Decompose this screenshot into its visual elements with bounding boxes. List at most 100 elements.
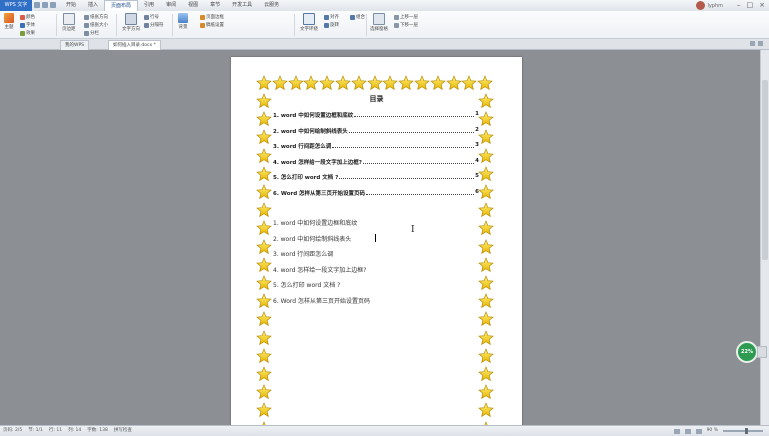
print-layout-icon[interactable] [673, 428, 680, 434]
zoom-slider[interactable] [723, 428, 763, 434]
tab-list-icon[interactable] [758, 41, 763, 46]
user-area[interactable]: lyphm [696, 1, 723, 10]
toc-leader-dots [366, 189, 475, 195]
toc-entry[interactable]: 3. word 行间距怎么调 3 [273, 142, 479, 150]
toc-leader-dots [348, 127, 475, 133]
margins-button[interactable]: 页边距 [62, 13, 76, 32]
menu-tab[interactable]: 视图 [182, 0, 204, 11]
theme-colors-button[interactable]: 颜色 [20, 14, 35, 20]
star-icon [478, 129, 494, 145]
star-icon [256, 293, 272, 309]
document-heading[interactable]: 4. word 怎样给一段文字加上边框? [273, 265, 366, 274]
toc-leader-dots [362, 158, 475, 164]
document-heading[interactable]: 5. 怎么打印 word 文档 ? [273, 280, 340, 289]
vertical-scrollbar[interactable] [760, 50, 769, 425]
undo-icon[interactable] [50, 2, 56, 8]
toc-entry-text: 2. word 中如何绘制斜线表头 [273, 128, 348, 135]
text-direction-button[interactable]: 文字方向 [122, 13, 140, 32]
toc-entry[interactable]: 4. word 怎样给一段文字加上边框? 4 [273, 158, 479, 166]
paper-size-button[interactable]: 纸张大小 [84, 22, 108, 28]
star-icon [478, 184, 494, 200]
group-button[interactable]: 组合 [350, 14, 365, 20]
manuscript-icon [200, 22, 205, 28]
menu-tab[interactable]: 引用 [138, 0, 160, 11]
star-icon [477, 75, 493, 91]
manuscript-button[interactable]: 稿纸设置 [200, 22, 224, 28]
menu-tab[interactable]: 开发工具 [226, 0, 258, 11]
full-screen-icon[interactable] [684, 428, 691, 434]
document-page[interactable]: 目录 1. word 中如何设置边框和底纹 1 2. word 中如何绘制斜线表头 2… [231, 57, 522, 425]
divider [116, 14, 117, 36]
tab-bar-tools [750, 41, 763, 46]
group-icon [350, 14, 355, 20]
new-tab-icon[interactable] [750, 41, 755, 46]
maximize-icon[interactable]: □ [747, 1, 754, 10]
star-icon [288, 75, 304, 91]
menu-tab[interactable]: 云服务 [258, 0, 285, 11]
star-icon [367, 75, 383, 91]
save-icon[interactable] [34, 2, 40, 8]
avatar[interactable] [696, 1, 706, 10]
divider [366, 14, 367, 36]
toc-entry[interactable]: 6. Word 怎样从第三页开始设置页码 6 [273, 189, 479, 197]
document-heading[interactable]: 2. word 中如何绘制斜线表头 [273, 234, 351, 243]
star-icon [256, 184, 272, 200]
close-icon[interactable]: × [759, 1, 765, 10]
toc-entry-text: 1. word 中如何设置边框和底纹 [273, 113, 354, 119]
toc-entry[interactable]: 2. word 中如何绘制斜线表头 2 [273, 127, 479, 135]
orientation-button[interactable]: 纸张方向 [84, 14, 108, 20]
align-button[interactable]: 对齐 [324, 14, 339, 20]
bring-forward-button[interactable]: 上移一层 [394, 14, 418, 20]
toc-entry[interactable]: 5. 怎么打印 word 文档 ? 5 [273, 173, 479, 181]
print-icon[interactable] [42, 2, 48, 8]
background-button[interactable]: 背景 [178, 13, 188, 30]
document-heading[interactable]: 6. Word 怎样从第三页开始设置页码 [273, 296, 370, 305]
rotate-button[interactable]: 旋转 [324, 22, 339, 28]
theme-button[interactable]: 主题 [4, 13, 14, 30]
colors-icon [20, 14, 25, 20]
divider [56, 14, 57, 36]
document-heading[interactable]: 1. word 中如何设置边框和底纹 [273, 218, 357, 227]
menu-tab[interactable]: 插入 [82, 0, 104, 11]
theme-effects-button[interactable]: 效果 [20, 30, 35, 36]
star-icon [478, 166, 494, 182]
line-numbers-button[interactable]: 行号 [144, 14, 159, 20]
tab-my-wps[interactable]: 我的WPS [60, 40, 90, 50]
breaks-button[interactable]: 分隔符 [144, 22, 164, 28]
star-icon [351, 75, 367, 91]
menu-tab[interactable]: 页面布局 [104, 0, 139, 11]
star-icon [256, 148, 272, 164]
toc-leader-dots [339, 173, 475, 179]
tab-document[interactable]: 如何插入目录.docx * [108, 40, 161, 50]
star-icon [319, 75, 335, 91]
widget-side-handle[interactable] [757, 346, 767, 358]
toc-entry[interactable]: 1. word 中如何设置边框和底纹 1 [273, 111, 479, 119]
web-layout-icon[interactable] [695, 428, 702, 434]
columns-button[interactable]: 分栏 [84, 30, 99, 36]
selection-pane-icon [373, 13, 385, 25]
star-icon [256, 239, 272, 255]
page-borders-button[interactable]: 页面边框 [200, 14, 224, 20]
bring-forward-icon [394, 14, 399, 20]
wrap-text-button[interactable]: 文字环绕 [300, 13, 318, 32]
star-icon [256, 220, 272, 236]
orientation-icon [84, 14, 89, 20]
app-menu-button[interactable]: WPS 文字 [0, 0, 32, 11]
star-icon [461, 75, 477, 91]
selection-pane-button[interactable]: 选择窗格 [370, 13, 388, 32]
effects-icon [20, 30, 25, 36]
document-heading[interactable]: 3. word 行间距怎么调 [273, 249, 333, 258]
minimize-icon[interactable]: – [737, 1, 741, 10]
menu-tab[interactable]: 审阅 [160, 0, 182, 11]
send-backward-button[interactable]: 下移一层 [394, 22, 418, 28]
toc-entry-page: 3 [475, 142, 479, 148]
ribbon: 主题 颜色 字体 效果 页边距 纸张方向 纸张大小 分栏 文字方向 行号 分隔符… [0, 11, 769, 39]
menu-tab[interactable]: 开始 [60, 0, 82, 11]
speed-widget[interactable]: 22% [736, 341, 758, 363]
scrollbar-thumb[interactable] [762, 80, 768, 260]
menu-tab[interactable]: 章节 [204, 0, 226, 11]
theme-fonts-button[interactable]: 字体 [20, 22, 35, 28]
margins-icon [62, 13, 75, 25]
breaks-icon [144, 22, 149, 28]
star-icon [256, 166, 272, 182]
